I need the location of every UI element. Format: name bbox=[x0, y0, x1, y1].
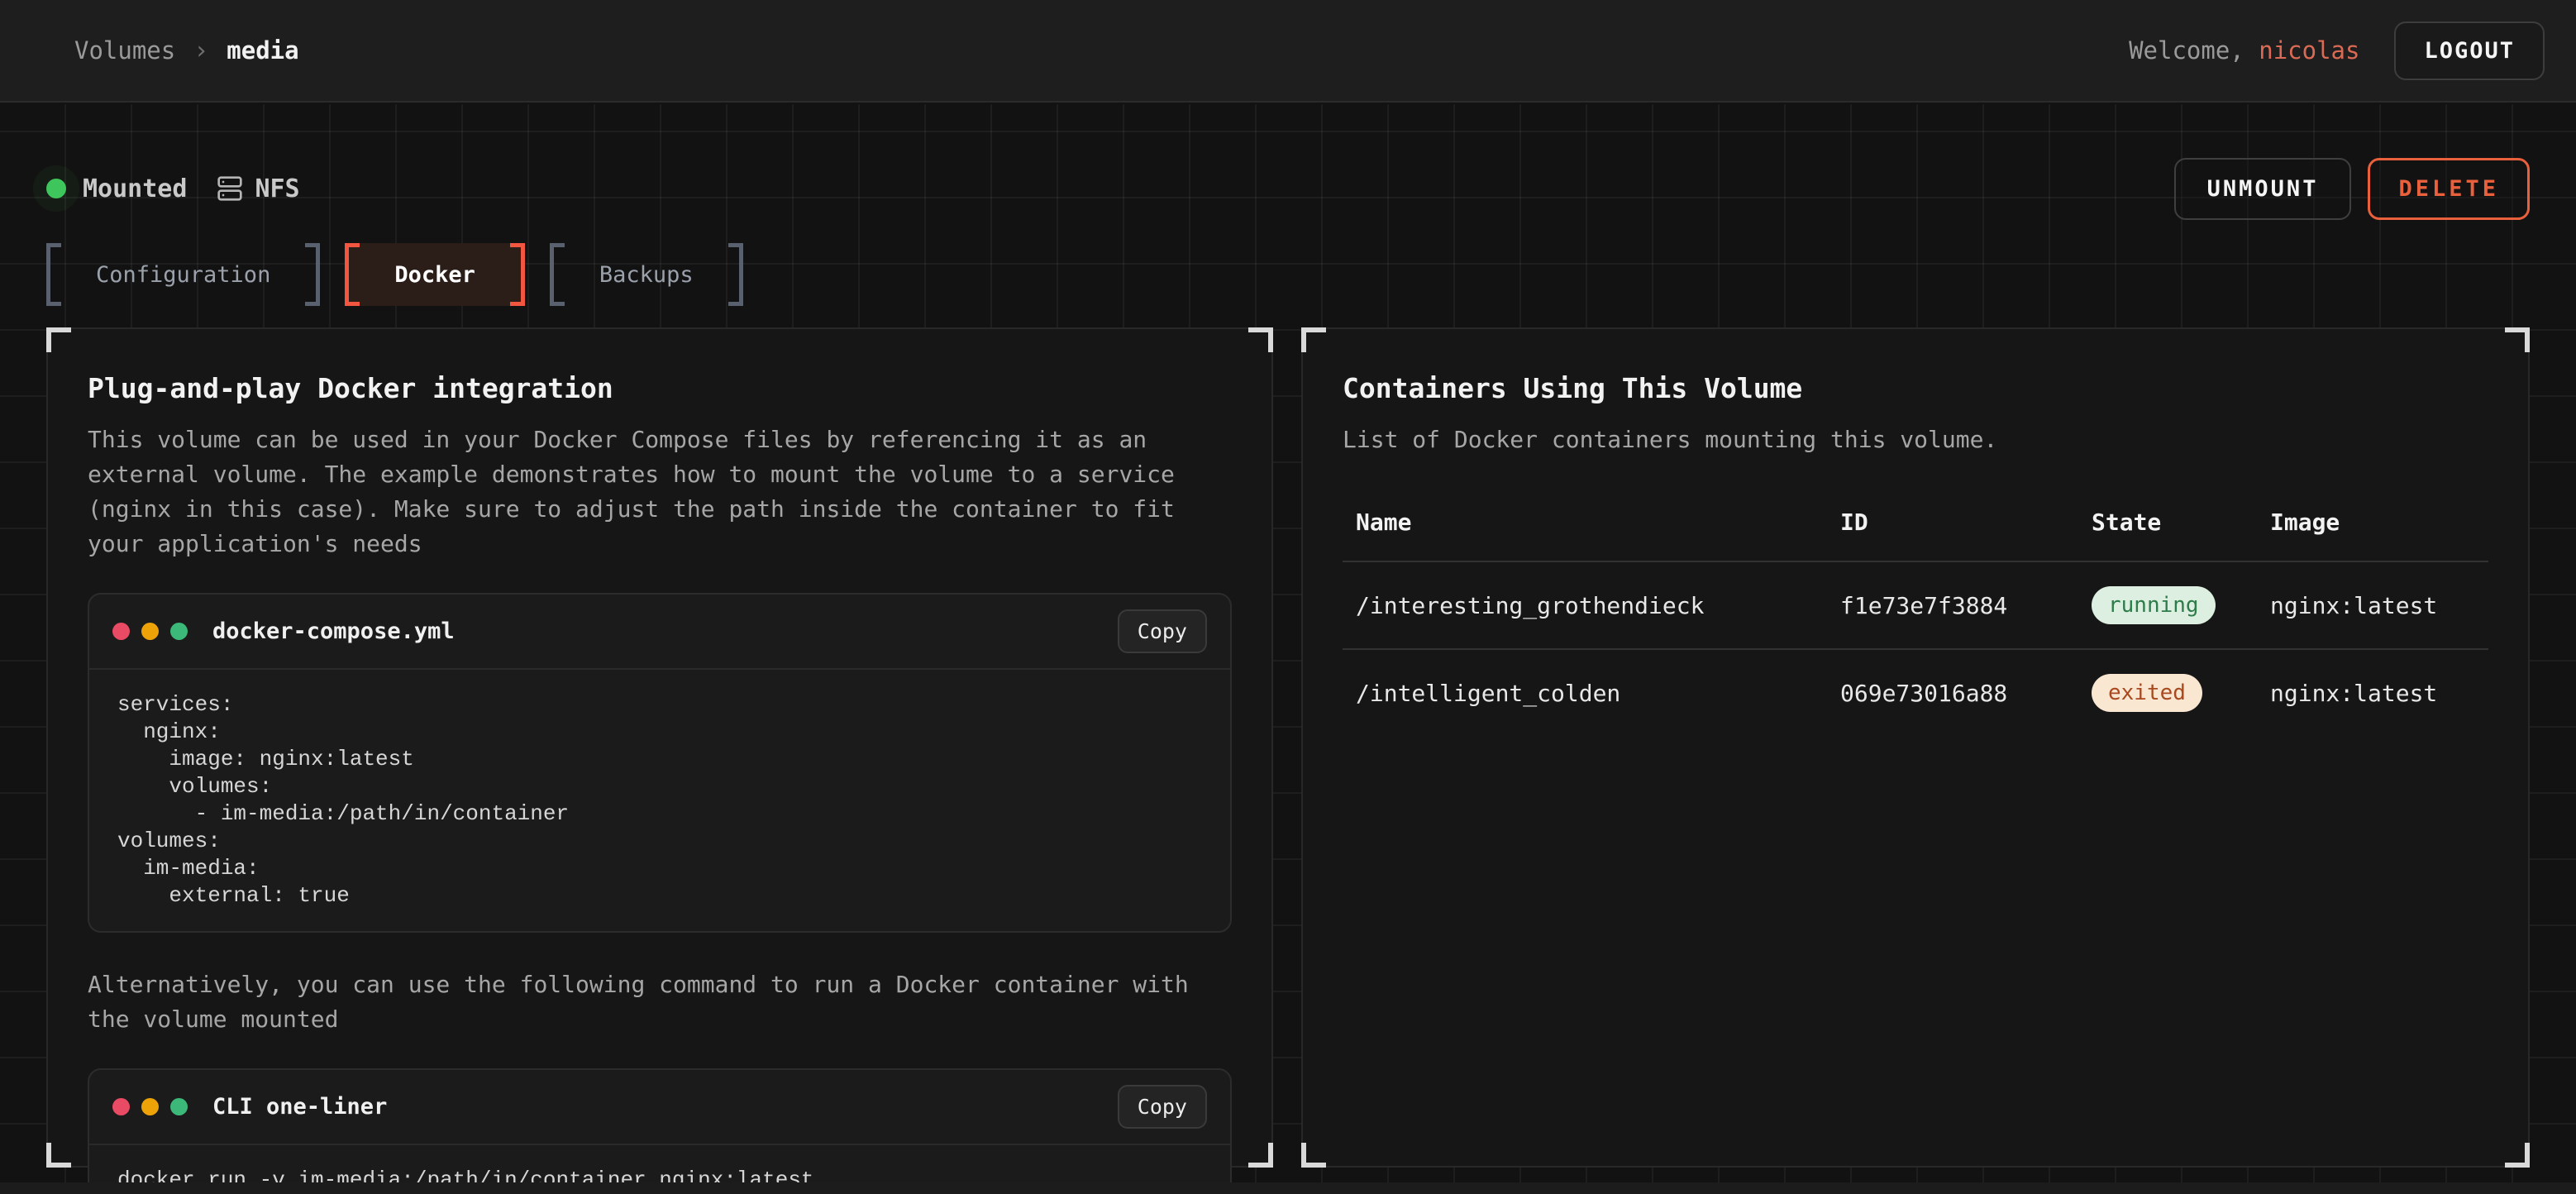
container-id: f1e73e7f3884 bbox=[1840, 592, 2092, 619]
panel-corner-icon bbox=[1248, 327, 1273, 352]
bracket-left-icon bbox=[46, 243, 61, 306]
top-bar-right: Welcome, nicolas LOGOUT bbox=[2129, 21, 2545, 80]
compose-code-block: docker-compose.yml Copy services: nginx:… bbox=[88, 593, 1232, 933]
tab-label: Configuration bbox=[61, 243, 305, 306]
cli-code-block: CLI one-liner Copy docker run -v im-medi… bbox=[88, 1068, 1232, 1194]
mount-status-label: Mounted bbox=[83, 174, 187, 203]
container-name: /interesting_grothendieck bbox=[1356, 592, 1840, 619]
welcome-text: Welcome, nicolas bbox=[2129, 36, 2359, 64]
status-badge: exited bbox=[2092, 674, 2202, 712]
containers-panel-title: Containers Using This Volume bbox=[1343, 372, 2488, 404]
tab-label: Docker bbox=[360, 243, 510, 306]
compose-code-content: services: nginx: image: nginx:latest vol… bbox=[89, 670, 1230, 931]
compose-filename: docker-compose.yml bbox=[212, 618, 1118, 644]
green-dot-icon bbox=[170, 1098, 188, 1115]
breadcrumb-volumes-link[interactable]: Volumes bbox=[74, 36, 175, 64]
container-image: nginx:latest bbox=[2270, 680, 2488, 707]
panel-corner-icon bbox=[46, 327, 71, 352]
tab-label: Backups bbox=[565, 243, 728, 306]
column-header-id: ID bbox=[1840, 509, 2092, 536]
tab-configuration[interactable]: Configuration bbox=[46, 243, 320, 306]
welcome-prefix: Welcome, bbox=[2129, 36, 2244, 64]
table-header-row: Name ID State Image bbox=[1343, 509, 2488, 561]
mount-status: Mounted bbox=[46, 174, 187, 203]
delete-button[interactable]: DELETE bbox=[2368, 158, 2530, 220]
traffic-lights-icon bbox=[112, 623, 188, 640]
containers-table: Name ID State Image /interesting_grothen… bbox=[1343, 509, 2488, 736]
panels: Plug-and-play Docker integration This vo… bbox=[46, 327, 2530, 1168]
tab-backups[interactable]: Backups bbox=[550, 243, 743, 306]
container-name: /intelligent_colden bbox=[1356, 680, 1840, 707]
traffic-lights-icon bbox=[112, 1098, 188, 1115]
panel-corner-icon bbox=[2505, 1143, 2530, 1168]
compose-code-header: docker-compose.yml Copy bbox=[89, 595, 1230, 670]
containers-panel: Containers Using This Volume List of Doc… bbox=[1301, 327, 2530, 1168]
cli-filename: CLI one-liner bbox=[212, 1094, 1118, 1120]
red-dot-icon bbox=[112, 1098, 130, 1115]
breadcrumb: Volumes › media bbox=[74, 36, 299, 65]
panel-corner-icon bbox=[1248, 1143, 1273, 1168]
panel-corner-icon bbox=[1301, 1143, 1326, 1168]
amber-dot-icon bbox=[141, 1098, 159, 1115]
breadcrumb-chevron-icon: › bbox=[193, 36, 208, 65]
bracket-right-icon bbox=[728, 243, 743, 306]
bracket-left-icon bbox=[345, 243, 360, 306]
docker-integration-panel: Plug-and-play Docker integration This vo… bbox=[46, 327, 1273, 1168]
top-bar: Volumes › media Welcome, nicolas LOGOUT bbox=[0, 0, 2576, 103]
docker-panel-title: Plug-and-play Docker integration bbox=[88, 372, 1232, 404]
container-id: 069e73016a88 bbox=[1840, 680, 2092, 707]
container-state: exited bbox=[2092, 674, 2270, 712]
bracket-right-icon bbox=[510, 243, 525, 306]
cli-code-header: CLI one-liner Copy bbox=[89, 1070, 1230, 1145]
status-left: Mounted NFS bbox=[46, 174, 300, 203]
main-content: Mounted NFS UNMOUNT DELETE bbox=[0, 104, 2576, 1194]
tab-bar: Configuration Docker Backups bbox=[46, 243, 2530, 306]
breadcrumb-current-volume: media bbox=[227, 36, 298, 64]
panel-corner-icon bbox=[2505, 327, 2530, 352]
table-row[interactable]: /intelligent_colden 069e73016a88 exited … bbox=[1343, 648, 2488, 736]
green-dot-icon bbox=[170, 623, 188, 640]
bracket-right-icon bbox=[305, 243, 320, 306]
status-actions: UNMOUNT DELETE bbox=[2174, 158, 2530, 220]
footer-strip bbox=[0, 1182, 2576, 1194]
unmount-button[interactable]: UNMOUNT bbox=[2174, 158, 2352, 220]
cli-note: Alternatively, you can use the following… bbox=[88, 967, 1232, 1037]
server-icon bbox=[217, 175, 243, 202]
container-state: running bbox=[2092, 586, 2270, 624]
table-row[interactable]: /interesting_grothendieck f1e73e7f3884 r… bbox=[1343, 561, 2488, 648]
driver-badge: NFS bbox=[217, 174, 299, 203]
logout-button[interactable]: LOGOUT bbox=[2394, 21, 2545, 80]
status-badge: running bbox=[2092, 586, 2216, 624]
panel-corner-icon bbox=[46, 1143, 71, 1168]
username: nicolas bbox=[2259, 36, 2359, 64]
amber-dot-icon bbox=[141, 623, 159, 640]
container-image: nginx:latest bbox=[2270, 592, 2488, 619]
column-header-image: Image bbox=[2270, 509, 2488, 536]
driver-label: NFS bbox=[255, 174, 299, 203]
tab-docker[interactable]: Docker bbox=[345, 243, 525, 306]
copy-cli-button[interactable]: Copy bbox=[1118, 1085, 1207, 1129]
page: Volumes › media Welcome, nicolas LOGOUT … bbox=[0, 0, 2576, 1194]
column-header-state: State bbox=[2092, 509, 2270, 536]
column-header-name: Name bbox=[1356, 509, 1840, 536]
docker-panel-description: This volume can be used in your Docker C… bbox=[88, 423, 1232, 561]
bracket-left-icon bbox=[550, 243, 565, 306]
status-row: Mounted NFS UNMOUNT DELETE bbox=[46, 155, 2530, 222]
containers-panel-description: List of Docker containers mounting this … bbox=[1343, 423, 2488, 457]
copy-compose-button[interactable]: Copy bbox=[1118, 609, 1207, 653]
red-dot-icon bbox=[112, 623, 130, 640]
mounted-status-dot-icon bbox=[46, 179, 66, 198]
panel-corner-icon bbox=[1301, 327, 1326, 352]
